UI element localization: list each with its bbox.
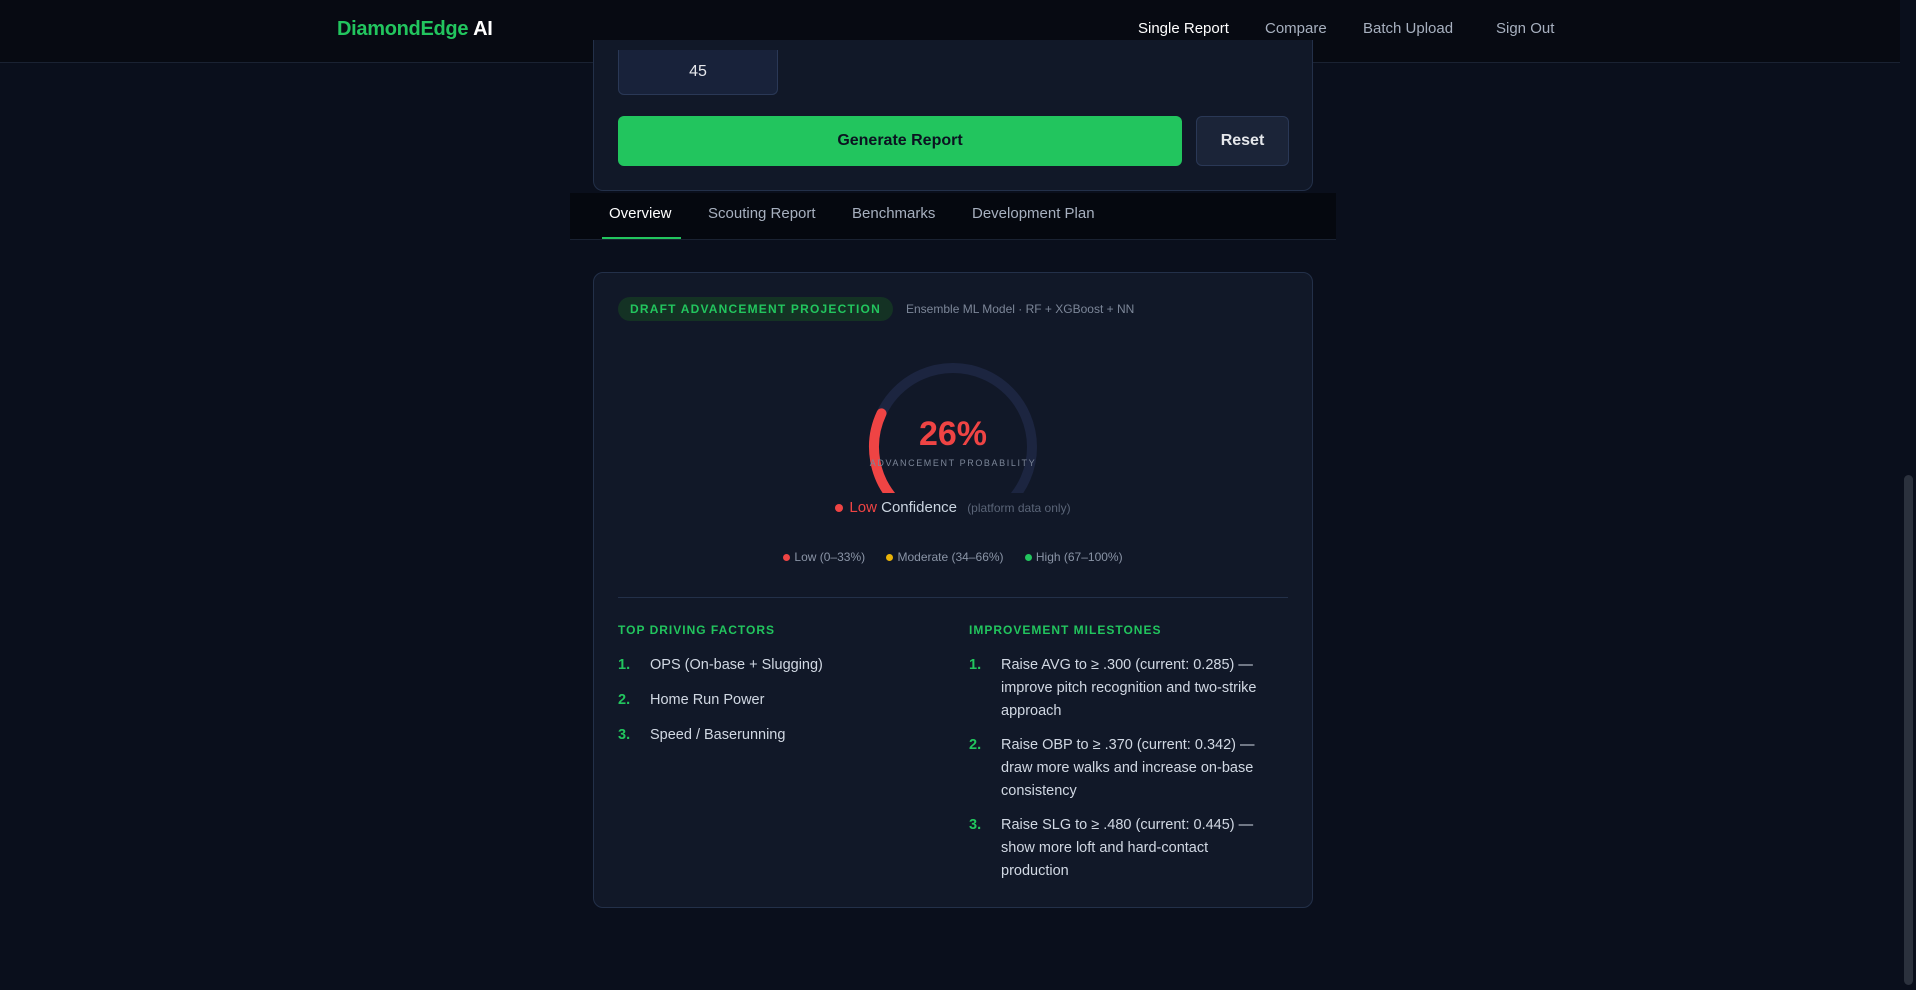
list-text: Raise OBP to ≥ .370 (current: 0.342) — d… — [1001, 737, 1255, 799]
tab-development-plan[interactable]: Development Plan — [972, 205, 1095, 222]
confidence-indicator: Low Confidence (platform data only) — [594, 499, 1312, 516]
scrollbar-thumb[interactable] — [1904, 475, 1913, 985]
projection-card: DRAFT ADVANCEMENT PROJECTION Ensemble ML… — [593, 272, 1313, 908]
page-scrollbar[interactable] — [1900, 0, 1916, 990]
list-number: 2. — [969, 737, 982, 753]
brand-suffix: AI — [473, 18, 493, 40]
list-item: 2. Raise OBP to ≥ .370 (current: 0.342) —… — [969, 734, 1279, 803]
milestones-heading: IMPROVEMENT MILESTONES — [969, 623, 1162, 637]
confidence-label: Confidence — [881, 499, 958, 516]
reset-button[interactable]: Reset — [1196, 116, 1289, 166]
nav-compare[interactable]: Compare — [1265, 20, 1327, 37]
list-text: Home Run Power — [650, 692, 765, 708]
tab-scouting-report[interactable]: Scouting Report — [708, 205, 816, 222]
nav-single-report[interactable]: Single Report — [1138, 20, 1229, 37]
report-tabs: Overview Scouting Report Benchmarks Deve… — [570, 193, 1336, 240]
legend-moderate-label: Moderate (34–66%) — [897, 550, 1004, 564]
list-text: Speed / Baserunning — [650, 727, 786, 743]
generate-report-button[interactable]: Generate Report — [618, 116, 1182, 166]
nav-batch-upload[interactable]: Batch Upload — [1363, 20, 1453, 37]
list-text: Raise AVG to ≥ .300 (current: 0.285) — i… — [1001, 657, 1257, 719]
nav-sign-out[interactable]: Sign Out — [1496, 20, 1554, 37]
tab-overview[interactable]: Overview — [609, 205, 672, 222]
probability-gauge: 26% — [858, 363, 1048, 508]
list-number: 3. — [618, 727, 631, 743]
list-number: 3. — [969, 817, 982, 833]
list-item: 2. Home Run Power — [618, 689, 938, 712]
legend-moderate-dot — [886, 554, 894, 562]
projection-badge: DRAFT ADVANCEMENT PROJECTION — [618, 297, 893, 321]
legend-high-dot — [1024, 554, 1032, 562]
brand-name: DiamondEdge — [337, 18, 469, 40]
list-item: 1. OPS (On-base + Slugging) — [618, 654, 938, 677]
list-text: Raise SLG to ≥ .480 (current: 0.445) — s… — [1001, 817, 1254, 879]
list-item: 1. Raise AVG to ≥ .300 (current: 0.285) —… — [969, 654, 1279, 723]
section-divider — [618, 597, 1288, 598]
list-text: OPS (On-base + Slugging) — [650, 657, 823, 673]
numeric-input[interactable] — [618, 50, 778, 95]
legend-low: Low (0–33%) — [783, 550, 865, 564]
confidence-note: (platform data only) — [967, 501, 1071, 515]
report-form-card: Generate Report Reset — [593, 40, 1313, 191]
legend-low-dot — [783, 554, 791, 562]
brand-logo[interactable]: DiamondEdge AI — [337, 18, 493, 41]
factors-heading: TOP DRIVING FACTORS — [618, 623, 776, 637]
confidence-level: Low — [849, 499, 877, 516]
driving-factors-list: 1. OPS (On-base + Slugging) 2. Home Run Po… — [618, 654, 938, 759]
probability-value: 26% — [918, 415, 988, 453]
legend-high-label: High (67–100%) — [1035, 550, 1123, 564]
model-label: Ensemble ML Model · RF + XGBoost + NN — [906, 302, 1135, 316]
milestones-list: 1. Raise AVG to ≥ .300 (current: 0.285) —… — [969, 654, 1279, 894]
probability-caption: ADVANCEMENT PROBABILITY — [869, 458, 1037, 468]
legend-moderate: Moderate (34–66%) — [886, 550, 1004, 564]
legend-high: High (67–100%) — [1024, 550, 1123, 564]
list-item: 3. Speed / Baserunning — [618, 724, 938, 747]
tab-benchmarks[interactable]: Benchmarks — [852, 205, 935, 222]
list-number: 1. — [618, 657, 631, 673]
confidence-dot — [835, 504, 844, 513]
list-number: 1. — [969, 657, 982, 673]
tab-active-indicator — [602, 237, 681, 239]
list-item: 3. Raise SLG to ≥ .480 (current: 0.445) —… — [969, 814, 1279, 883]
legend-low-label: Low (0–33%) — [794, 550, 866, 564]
confidence-legend: Low (0–33%) Moderate (34–66%) High (67–1… — [594, 550, 1312, 564]
list-number: 2. — [618, 692, 631, 708]
